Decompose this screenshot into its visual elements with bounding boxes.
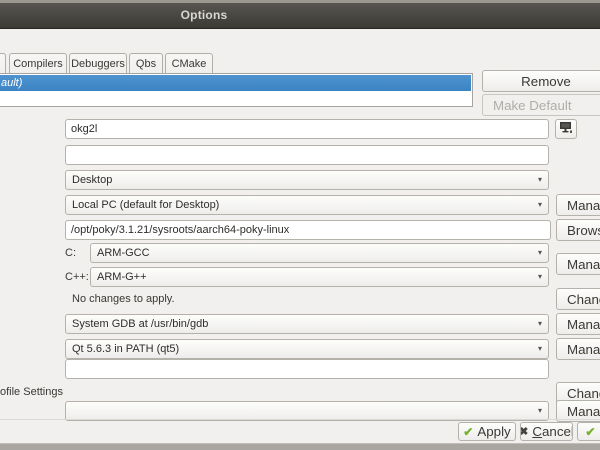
monitor-variables-icon: [559, 121, 573, 137]
apply-button-label: Apply: [477, 424, 510, 439]
make-default-button[interactable]: Make Default: [482, 94, 600, 116]
kit-list-selected-row[interactable]: ault): [0, 75, 471, 91]
qbs-profile-settings-label: ofile Settings: [0, 386, 63, 398]
cancel-button[interactable]: ✖ Cancel: [520, 422, 573, 441]
device-combo[interactable]: Local PC (default for Desktop) ▾: [65, 195, 549, 215]
change-environment-button[interactable]: Change...: [556, 288, 600, 310]
manage-compilers-button[interactable]: Manage...: [556, 253, 600, 275]
tab-compilers[interactable]: Compilers: [9, 53, 67, 74]
environment-status-text: No changes to apply.: [72, 293, 175, 305]
check-icon: ✔: [585, 425, 595, 439]
file-system-name-input[interactable]: [65, 145, 549, 165]
dropdown-arrow-icon: ▾: [538, 175, 542, 184]
sysroot-input[interactable]: [65, 220, 551, 240]
dropdown-arrow-icon: ▾: [538, 272, 542, 281]
device-type-value: Desktop: [72, 174, 112, 186]
c-compiler-label: C:: [65, 247, 76, 259]
cpp-compiler-combo[interactable]: ARM-G++ ▾: [90, 267, 549, 287]
options-dialog: Options Compilers Debuggers Qbs CMake au…: [0, 0, 600, 450]
kit-list[interactable]: ault): [0, 73, 473, 107]
footer-separator: [0, 419, 600, 420]
c-compiler-combo[interactable]: ARM-GCC ▾: [90, 243, 549, 263]
manage-device-button[interactable]: Manage...: [556, 194, 600, 216]
device-value: Local PC (default for Desktop): [72, 199, 219, 211]
window-title: Options: [0, 8, 408, 22]
cpp-compiler-label: C++:: [65, 271, 89, 283]
qt-version-value: Qt 5.6.3 in PATH (qt5): [72, 343, 179, 355]
check-icon: ✔: [463, 425, 473, 439]
device-type-combo[interactable]: Desktop ▾: [65, 170, 549, 190]
bottom-panel-strip: [0, 443, 600, 450]
dropdown-arrow-icon: ▾: [538, 200, 542, 209]
cmake-tool-combo[interactable]: ▾: [65, 401, 549, 421]
browse-sysroot-button[interactable]: Browse...: [556, 219, 600, 241]
debugger-combo[interactable]: System GDB at /usr/bin/gdb ▾: [65, 314, 549, 334]
tab-debuggers[interactable]: Debuggers: [69, 53, 127, 74]
dropdown-arrow-icon: ▾: [538, 248, 542, 257]
apply-button[interactable]: ✔ Apply: [458, 422, 516, 441]
manage-qt-versions-button[interactable]: Manage...: [556, 338, 600, 360]
dropdown-arrow-icon: ▾: [538, 406, 542, 415]
dropdown-arrow-icon: ▾: [538, 319, 542, 328]
debugger-value: System GDB at /usr/bin/gdb: [72, 318, 208, 330]
qt-mkspec-input[interactable]: [65, 359, 549, 379]
tab-qbs[interactable]: Qbs: [129, 53, 163, 74]
ok-button[interactable]: ✔OK: [577, 422, 600, 441]
remove-button[interactable]: Remove: [482, 70, 600, 92]
c-compiler-value: ARM-GCC: [97, 247, 150, 259]
tab-kits-partial[interactable]: [0, 53, 6, 74]
dropdown-arrow-icon: ▾: [538, 344, 542, 353]
cancel-button-label: Cancel: [532, 424, 573, 439]
cpp-compiler-value: ARM-G++: [97, 271, 147, 283]
kit-name-input[interactable]: [65, 119, 549, 139]
tab-cmake[interactable]: CMake: [165, 53, 213, 74]
qt-version-combo[interactable]: Qt 5.6.3 in PATH (qt5) ▾: [65, 339, 549, 359]
insert-variable-button[interactable]: [555, 119, 577, 139]
cross-icon: ✖: [520, 425, 528, 438]
manage-debuggers-button[interactable]: Manage...: [556, 313, 600, 335]
